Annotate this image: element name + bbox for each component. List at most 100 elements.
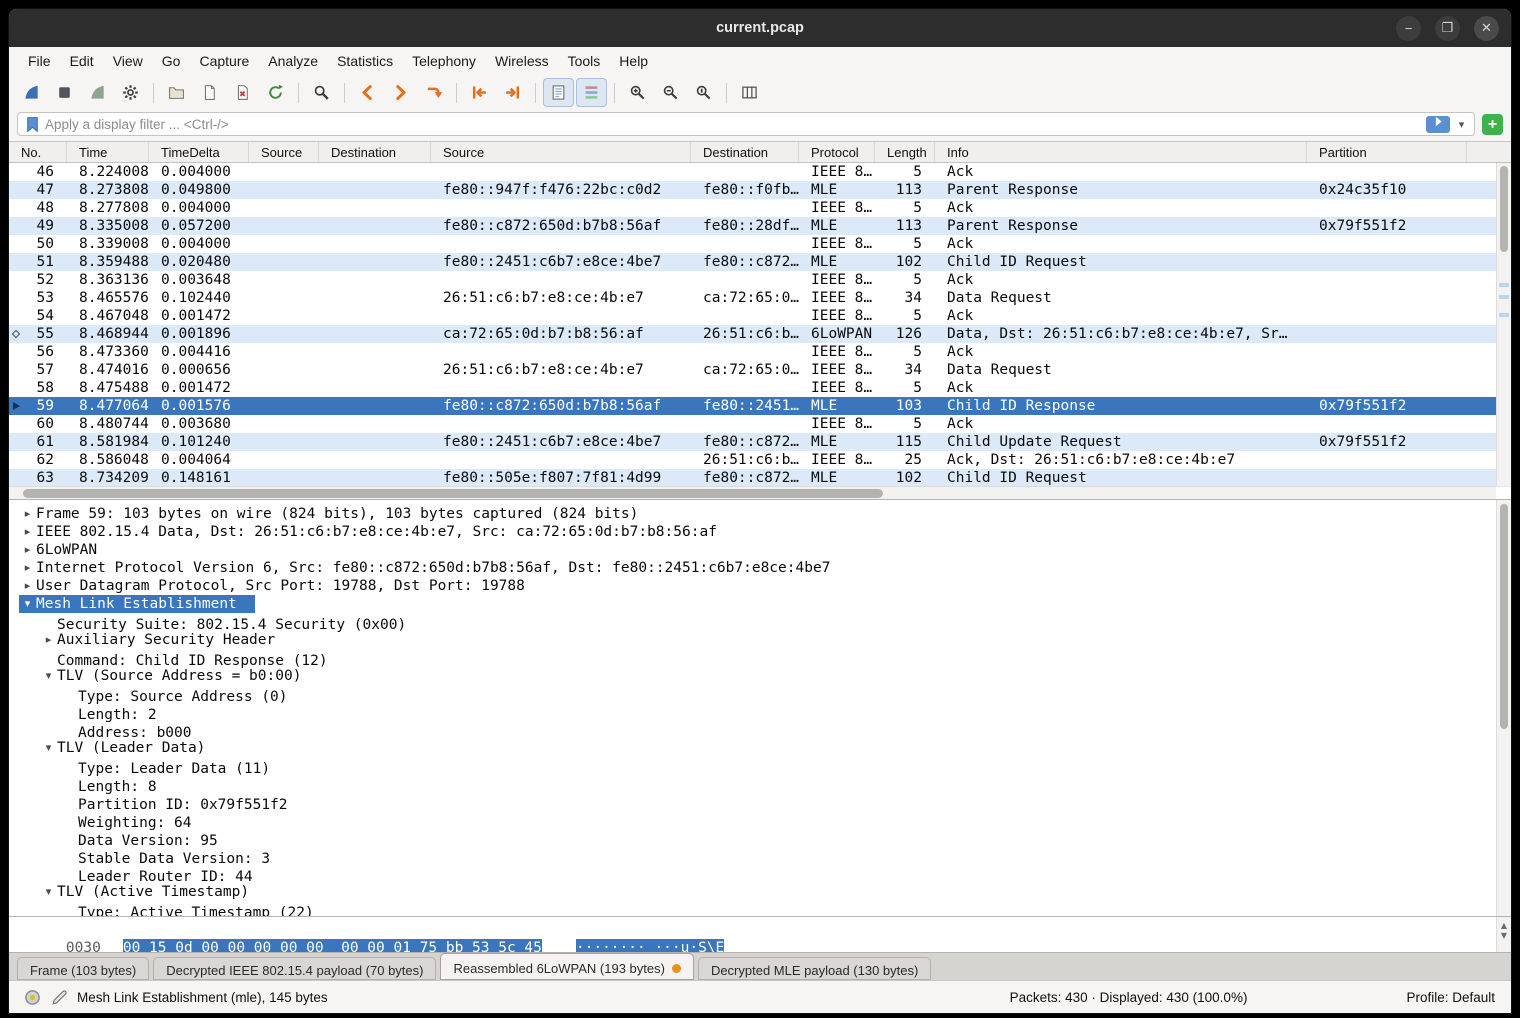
- packet-list-horizontal-scrollbar[interactable]: [9, 486, 1496, 499]
- maximize-button[interactable]: ❐: [1435, 16, 1460, 41]
- packet-row-54[interactable]: 548.4670480.001472IEEE 8…5Ack: [9, 307, 1511, 325]
- go-back-button[interactable]: [352, 78, 383, 107]
- column-header-source[interactable]: Source: [431, 142, 691, 162]
- byte-view-tab-3[interactable]: Reassembled 6LoWPAN (193 bytes): [440, 953, 693, 980]
- filter-dropdown-button[interactable]: ▾: [1454, 118, 1469, 131]
- detail-row-21[interactable]: ▾TLV (Active Timestamp): [9, 882, 1511, 900]
- menu-analyze[interactable]: Analyze: [259, 49, 327, 73]
- status-profile[interactable]: Profile: Default: [1406, 990, 1495, 1005]
- detail-row-10[interactable]: Type: Source Address (0): [9, 684, 1511, 702]
- detail-row-4[interactable]: ▸User Datagram Protocol, Src Port: 19788…: [9, 576, 1511, 594]
- menu-edit[interactable]: Edit: [61, 49, 103, 73]
- hex-bytes-selected[interactable]: 00 15 0d 00 00 00 00 00 00 00 01 75 bb 5…: [123, 939, 542, 952]
- detail-row-2[interactable]: ▸6LoWPAN: [9, 540, 1511, 558]
- packet-row-62[interactable]: 628.5860480.00406426:51:c6:b…IEEE 8…25Ac…: [9, 451, 1511, 469]
- go-first-button[interactable]: [464, 78, 495, 107]
- packet-row-60[interactable]: 608.4807440.003680IEEE 8…5Ack: [9, 415, 1511, 433]
- packet-row-46[interactable]: 468.2240080.004000IEEE 8…5Ack: [9, 163, 1511, 181]
- detail-row-12[interactable]: Address: b000: [9, 720, 1511, 738]
- display-filter-field[interactable]: ▾: [17, 112, 1475, 136]
- bytes-scrollbar[interactable]: ▲▼: [1496, 917, 1511, 952]
- go-last-button[interactable]: [497, 78, 528, 107]
- packet-list-vertical-scrollbar[interactable]: [1496, 163, 1511, 486]
- menu-wireless[interactable]: Wireless: [486, 49, 558, 73]
- go-to-packet-button[interactable]: [418, 78, 449, 107]
- scrollbar-thumb[interactable]: [23, 489, 883, 498]
- menu-capture[interactable]: Capture: [190, 49, 258, 73]
- detail-row-6[interactable]: Security Suite: 802.15.4 Security (0x00): [9, 612, 1511, 630]
- scrollbar-thumb[interactable]: [1500, 166, 1508, 252]
- chevron-right-icon[interactable]: ▸: [40, 631, 57, 649]
- zoom-original-button[interactable]: [688, 78, 719, 107]
- close-button[interactable]: ✕: [1474, 16, 1499, 41]
- detail-row-3[interactable]: ▸Internet Protocol Version 6, Src: fe80:…: [9, 558, 1511, 576]
- packet-row-63[interactable]: 638.7342090.148161fe80::505e:f807:7f81:4…: [9, 469, 1511, 487]
- zoom-out-button[interactable]: [655, 78, 686, 107]
- menu-tools[interactable]: Tools: [559, 49, 610, 73]
- restart-capture-button[interactable]: [82, 78, 113, 107]
- packet-row-47[interactable]: 478.2738080.049800fe80::947f:f476:22bc:c…: [9, 181, 1511, 199]
- packet-row-49[interactable]: 498.3350080.057200fe80::c872:650d:b7b8:5…: [9, 217, 1511, 235]
- auto-scroll-button[interactable]: [543, 78, 574, 107]
- chevron-down-icon[interactable]: ▾: [19, 595, 36, 613]
- detail-vertical-scrollbar[interactable]: [1496, 500, 1511, 916]
- byte-view-tab-1[interactable]: Frame (103 bytes): [17, 957, 149, 980]
- column-header-timedelta[interactable]: TimeDelta: [149, 142, 249, 162]
- packet-row-59[interactable]: 598.4770640.001576fe80::c872:650d:b7b8:5…: [9, 397, 1511, 415]
- scrollbar-thumb[interactable]: [1500, 504, 1508, 729]
- chevron-down-icon[interactable]: ▾: [40, 739, 57, 757]
- packet-row-57[interactable]: 578.4740160.00065626:51:c6:b7:e8:ce:4b:e…: [9, 361, 1511, 379]
- detail-row-18[interactable]: Data Version: 95: [9, 828, 1511, 846]
- byte-view-tab-2[interactable]: Decrypted IEEE 802.15.4 payload (70 byte…: [153, 957, 436, 980]
- menu-view[interactable]: View: [104, 49, 152, 73]
- close-file-button[interactable]: [227, 78, 258, 107]
- detail-row-0[interactable]: ▸Frame 59: 103 bytes on wire (824 bits),…: [9, 504, 1511, 522]
- detail-row-20[interactable]: Leader Router ID: 44: [9, 864, 1511, 882]
- detail-row-7[interactable]: ▸Auxiliary Security Header: [9, 630, 1511, 648]
- detail-row-13[interactable]: ▾TLV (Leader Data): [9, 738, 1511, 756]
- go-forward-button[interactable]: [385, 78, 416, 107]
- chevron-down-icon[interactable]: ▾: [40, 883, 57, 901]
- hex-ascii-selected[interactable]: ········ ···u·S\E: [576, 939, 724, 952]
- packet-row-52[interactable]: 528.3631360.003648IEEE 8…5Ack: [9, 271, 1511, 289]
- detail-row-9[interactable]: ▾TLV (Source Address = b0:00): [9, 666, 1511, 684]
- detail-row-19[interactable]: Stable Data Version: 3: [9, 846, 1511, 864]
- capture-comment-icon[interactable]: [50, 988, 68, 1006]
- packet-row-50[interactable]: 508.3390080.004000IEEE 8…5Ack: [9, 235, 1511, 253]
- packet-row-53[interactable]: 538.4655760.10244026:51:c6:b7:e8:ce:4b:e…: [9, 289, 1511, 307]
- packet-row-56[interactable]: 568.4733600.004416IEEE 8…5Ack: [9, 343, 1511, 361]
- add-filter-button[interactable]: +: [1482, 114, 1503, 135]
- detail-row-22[interactable]: Type: Active Timestamp (22): [9, 900, 1511, 916]
- byte-view-tab-4[interactable]: Decrypted MLE payload (130 bytes): [698, 957, 931, 980]
- start-capture-button[interactable]: [16, 78, 47, 107]
- resize-columns-button[interactable]: [734, 78, 765, 107]
- chevron-right-icon[interactable]: ▸: [19, 505, 36, 523]
- stop-capture-button[interactable]: [49, 78, 80, 107]
- colorize-button[interactable]: [576, 78, 607, 107]
- packet-row-51[interactable]: 518.3594880.020480fe80::2451:c6b7:e8ce:4…: [9, 253, 1511, 271]
- packet-row-55[interactable]: 558.4689440.001896ca:72:65:0d:b7:b8:56:a…: [9, 325, 1511, 343]
- packet-row-48[interactable]: 488.2778080.004000IEEE 8…5Ack: [9, 199, 1511, 217]
- column-header-protocol[interactable]: Protocol: [799, 142, 875, 162]
- column-header-info[interactable]: Info: [935, 142, 1307, 162]
- save-file-button[interactable]: [194, 78, 225, 107]
- column-header-destination[interactable]: Destination: [691, 142, 799, 162]
- detail-row-1[interactable]: ▸IEEE 802.15.4 Data, Dst: 26:51:c6:b7:e8…: [9, 522, 1511, 540]
- column-header-destination[interactable]: Destination: [319, 142, 431, 162]
- capture-options-button[interactable]: [115, 78, 146, 107]
- menu-file[interactable]: File: [19, 49, 60, 73]
- chevron-right-icon[interactable]: ▸: [19, 559, 36, 577]
- detail-row-16[interactable]: Partition ID: 0x79f551f2: [9, 792, 1511, 810]
- menu-telephony[interactable]: Telephony: [403, 49, 485, 73]
- menu-go[interactable]: Go: [153, 49, 190, 73]
- filter-bookmark-icon[interactable]: [23, 115, 41, 133]
- detail-row-8[interactable]: Command: Child ID Response (12): [9, 648, 1511, 666]
- title-bar[interactable]: current.pcap − ❐ ✕: [9, 9, 1511, 47]
- apply-filter-button[interactable]: [1426, 116, 1450, 133]
- menu-statistics[interactable]: Statistics: [328, 49, 402, 73]
- column-header-time[interactable]: Time: [67, 142, 149, 162]
- filter-input[interactable]: [45, 117, 1422, 132]
- expert-info-icon[interactable]: [23, 988, 41, 1006]
- menu-help[interactable]: Help: [610, 49, 657, 73]
- chevron-down-icon[interactable]: ▾: [40, 667, 57, 685]
